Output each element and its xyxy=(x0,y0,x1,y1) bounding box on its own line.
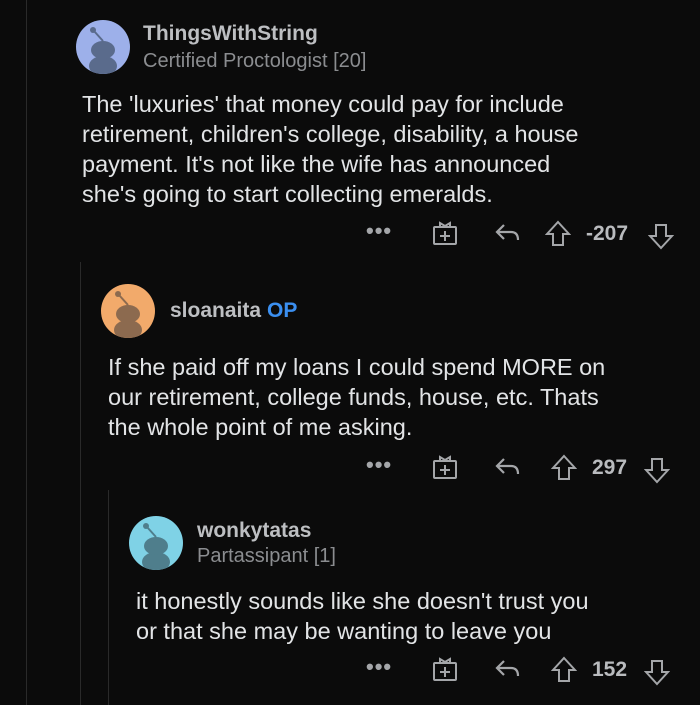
downvote-icon[interactable] xyxy=(644,456,670,484)
username[interactable]: ThingsWithString xyxy=(143,22,318,46)
thread-line xyxy=(26,0,27,705)
comment-line: the whole point of me asking. xyxy=(108,414,413,440)
comment-line: payment. It's not like the wife has anno… xyxy=(82,151,551,177)
more-icon[interactable]: ••• xyxy=(366,654,392,680)
upvote-icon[interactable] xyxy=(551,656,577,684)
award-icon[interactable] xyxy=(432,454,458,480)
comment-body: The 'luxuries' that money could pay for … xyxy=(82,89,672,209)
comment-line: or that she may be wanting to leave you xyxy=(136,618,552,644)
snoo-avatar-icon xyxy=(129,516,183,570)
reply-icon[interactable] xyxy=(494,222,522,244)
avatar[interactable] xyxy=(101,284,155,338)
comment-line: The 'luxuries' that money could pay for … xyxy=(82,91,564,117)
vote-score: -207 xyxy=(586,222,629,245)
snoo-avatar-icon xyxy=(76,20,130,74)
upvote-icon[interactable] xyxy=(545,220,571,248)
comment-body: it honestly sounds like she doesn't trus… xyxy=(136,586,700,646)
user-flair: Partassipant [1] xyxy=(197,545,336,567)
comment-body: If she paid off my loans I could spend M… xyxy=(108,352,698,442)
snoo-avatar-icon xyxy=(101,284,155,338)
username[interactable]: wonkytatas xyxy=(197,519,311,543)
vote-score: 152 xyxy=(592,658,628,681)
username[interactable]: sloanaita OP xyxy=(170,299,297,323)
comment-line: it honestly sounds like she doesn't trus… xyxy=(136,588,589,614)
reply-icon[interactable] xyxy=(494,658,522,680)
action-bar: ••• -207 xyxy=(0,218,700,252)
action-bar: ••• 152 xyxy=(0,654,700,688)
downvote-icon[interactable] xyxy=(648,222,674,250)
username-text[interactable]: sloanaita xyxy=(170,299,261,322)
upvote-icon[interactable] xyxy=(551,454,577,482)
downvote-icon[interactable] xyxy=(644,658,670,686)
vote-score: 297 xyxy=(592,456,628,479)
award-icon[interactable] xyxy=(432,220,458,246)
comment-line: retirement, children's college, disabili… xyxy=(82,121,579,147)
comment-line: she's going to start collecting emeralds… xyxy=(82,181,493,207)
user-flair: Certified Proctologist [20] xyxy=(143,50,367,72)
op-badge: OP xyxy=(267,299,298,322)
comment-line: our retirement, college funds, house, et… xyxy=(108,384,599,410)
reply-icon[interactable] xyxy=(494,456,522,478)
avatar[interactable] xyxy=(76,20,130,74)
more-icon[interactable]: ••• xyxy=(366,218,392,244)
award-icon[interactable] xyxy=(432,656,458,682)
avatar[interactable] xyxy=(129,516,183,570)
action-bar: ••• 297 xyxy=(0,452,700,486)
comment-line: If she paid off my loans I could spend M… xyxy=(108,354,606,380)
more-icon[interactable]: ••• xyxy=(366,452,392,478)
